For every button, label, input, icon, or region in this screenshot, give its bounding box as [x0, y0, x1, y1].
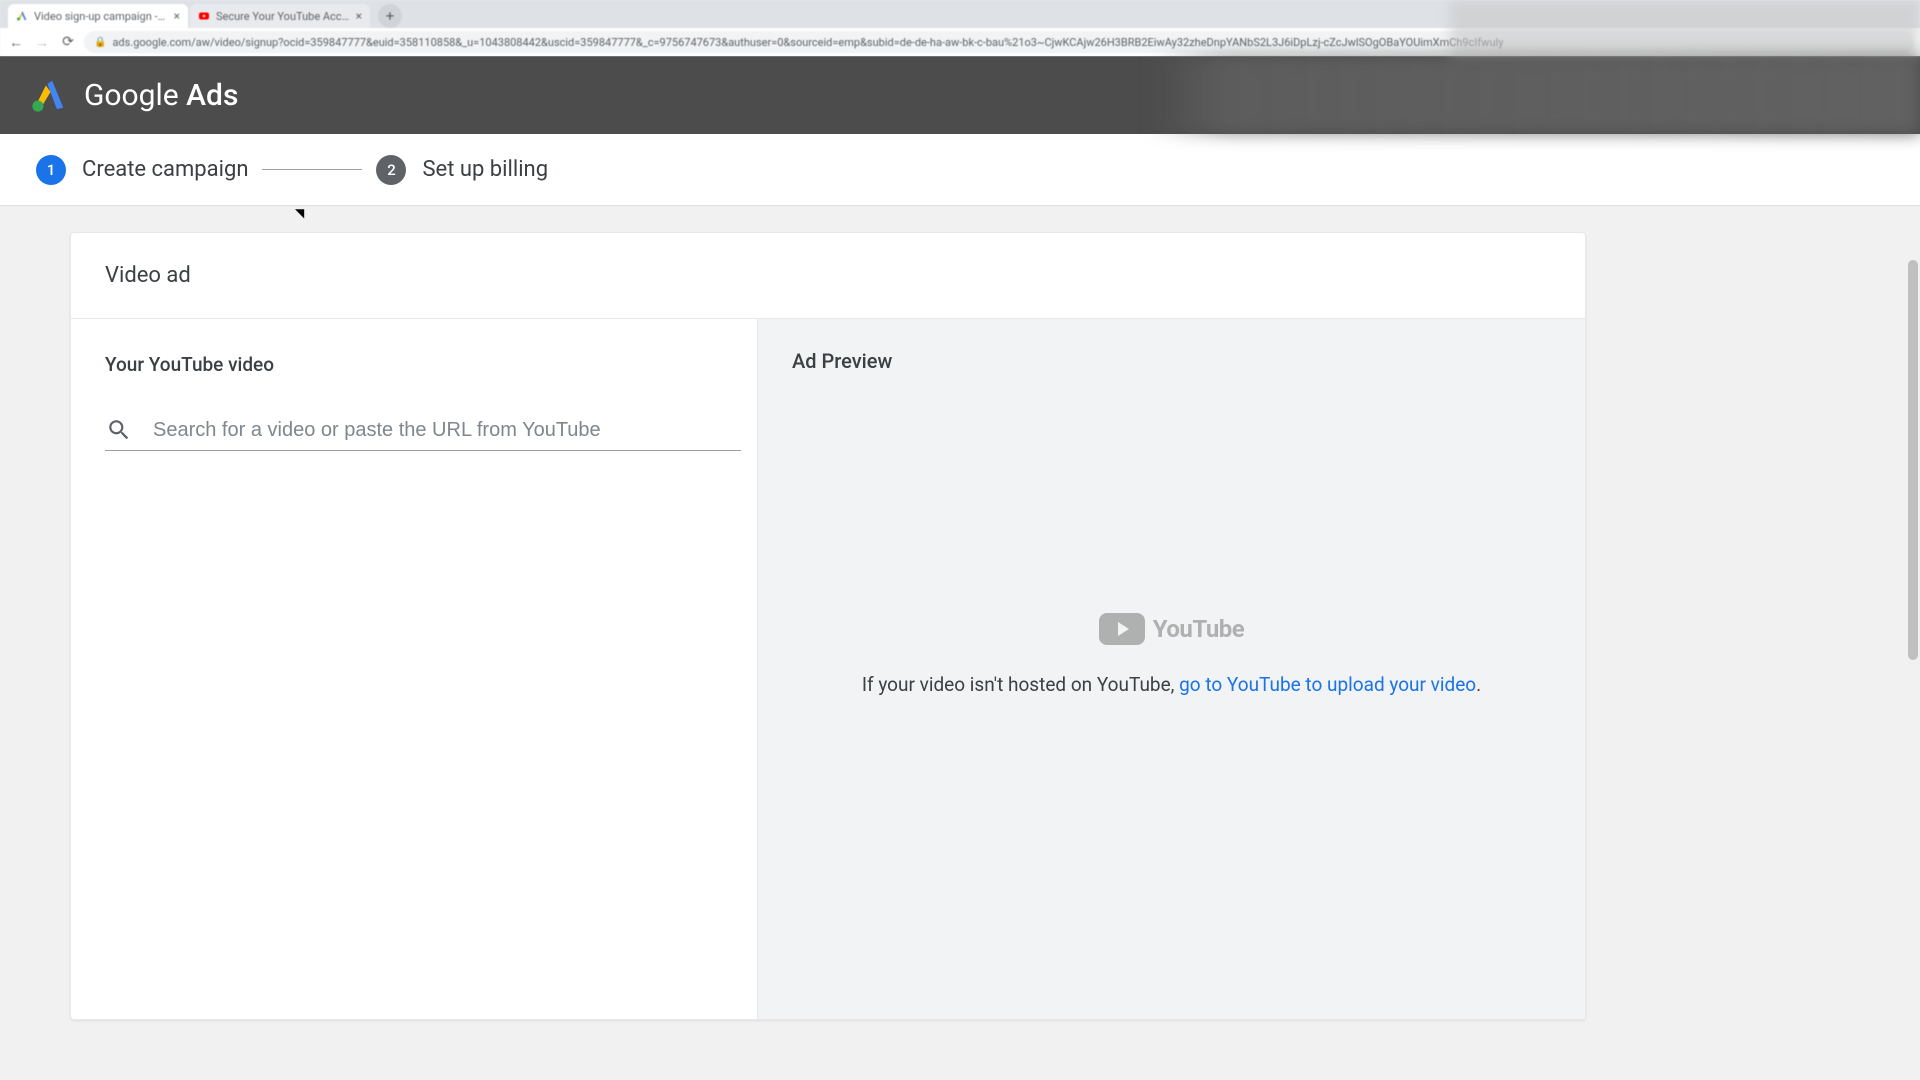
youtube-favicon-icon — [198, 10, 210, 22]
back-button[interactable]: ← — [6, 32, 26, 52]
video-search-field[interactable] — [105, 416, 741, 451]
card-body: Your YouTube video Ad Preview YouTube — [71, 319, 1585, 1019]
logo-text: Google Ads — [84, 78, 238, 113]
ad-preview-panel: Ad Preview YouTube If your video isn't h… — [758, 319, 1585, 1019]
youtube-wordmark: YouTube — [1153, 615, 1244, 643]
new-tab-button[interactable]: + — [378, 4, 402, 28]
card-title: Video ad — [71, 233, 1585, 319]
blurred-header-area — [1150, 56, 1920, 134]
scrollbar[interactable] — [1908, 260, 1918, 660]
ads-logo-icon — [30, 76, 68, 114]
step-label: Set up billing — [422, 157, 548, 182]
tab-label: Secure Your YouTube Account — [216, 10, 350, 23]
close-icon[interactable]: × — [356, 9, 362, 23]
video-input-panel: Your YouTube video — [71, 319, 758, 1019]
browser-tab-2[interactable]: Secure Your YouTube Account × — [190, 4, 370, 28]
preview-title: Ad Preview — [792, 349, 1551, 373]
ads-favicon-icon — [16, 10, 28, 22]
youtube-logo: YouTube — [1099, 613, 1244, 645]
section-title: Your YouTube video — [105, 353, 723, 376]
stepper: 1 Create campaign 2 Set up billing — [0, 134, 1920, 206]
url-text: ads.google.com/aw/video/signup?ocid=3598… — [112, 36, 1503, 49]
step-number: 2 — [376, 155, 406, 185]
close-icon[interactable]: × — [174, 9, 180, 23]
video-ad-card: Video ad Your YouTube video Ad Preview — [70, 232, 1586, 1020]
forward-button[interactable]: → — [32, 32, 52, 52]
step-1[interactable]: 1 Create campaign — [36, 155, 248, 185]
lock-icon: 🔒 — [94, 37, 106, 48]
step-label: Create campaign — [82, 157, 248, 182]
video-search-input[interactable] — [153, 419, 741, 442]
content: ◥ Video ad Your YouTube video Ad Preview — [0, 206, 1920, 1020]
blurred-area — [1450, 0, 1920, 56]
reload-button[interactable]: ⟳ — [58, 32, 78, 52]
preview-placeholder: YouTube If your video isn't hosted on Yo… — [792, 613, 1551, 696]
youtube-play-icon — [1099, 613, 1145, 645]
search-icon — [105, 416, 133, 444]
cursor-icon: ◥ — [295, 206, 304, 220]
browser-chrome: Video sign-up campaign - 27 × Secure You… — [0, 0, 1920, 56]
step-number: 1 — [36, 155, 66, 185]
step-2[interactable]: 2 Set up billing — [376, 155, 548, 185]
google-ads-logo[interactable]: Google Ads — [30, 76, 238, 114]
preview-message: If your video isn't hosted on YouTube, g… — [862, 673, 1481, 696]
browser-tab-1[interactable]: Video sign-up campaign - 27 × — [8, 4, 188, 28]
upload-link[interactable]: go to YouTube to upload your video — [1179, 673, 1476, 696]
tab-label: Video sign-up campaign - 27 — [34, 10, 168, 23]
step-connector — [262, 169, 362, 170]
